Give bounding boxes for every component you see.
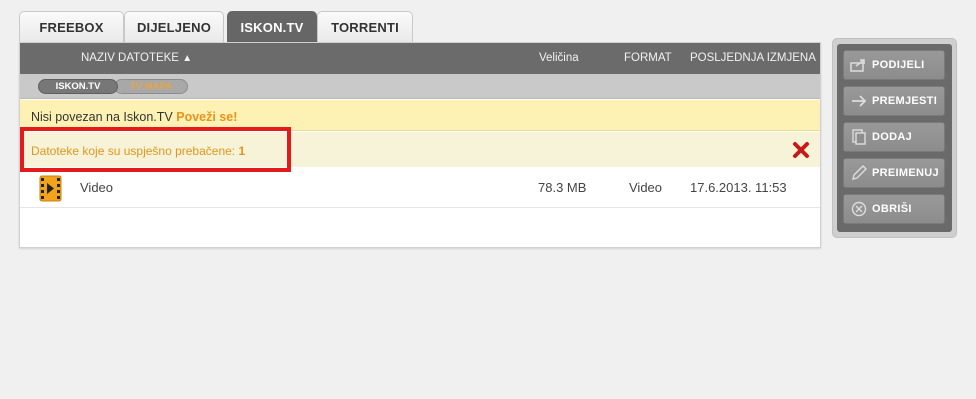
move-button[interactable]: PREMJESTI xyxy=(843,86,945,116)
delete-button-label: OBRIŠI xyxy=(872,203,912,215)
pencil-icon xyxy=(849,165,869,181)
add-document-icon xyxy=(849,129,869,145)
column-header-modified[interactable]: POSLJEDNJA IZMJENA xyxy=(690,52,816,64)
column-header-size[interactable]: Veličina xyxy=(539,52,579,64)
breadcrumb-item-tv-mapa[interactable]: TV MAPA xyxy=(114,79,188,94)
actions-panel: PODIJELI PREMJESTI DODAJ PREIMENUJ OBRIŠ… xyxy=(837,44,952,232)
delete-button[interactable]: OBRIŠI xyxy=(843,194,945,224)
add-button-label: DODAJ xyxy=(872,131,913,143)
highlight-annotation-box xyxy=(20,127,291,172)
rename-button-label: PREIMENUJ xyxy=(872,167,939,179)
file-format: Video xyxy=(629,180,663,195)
file-list-panel: NAZIV DATOTEKE ▲ Veličina FORMAT POSLJED… xyxy=(19,42,821,248)
close-icon[interactable] xyxy=(791,140,811,160)
tab-iskon-tv[interactable]: ISKON.TV xyxy=(227,11,317,43)
column-header-name[interactable]: NAZIV DATOTEKE ▲ xyxy=(81,52,192,64)
table-row[interactable]: Video 78.3 MB Video 17.6.2013. 11:53 xyxy=(20,167,820,208)
file-size: 78.3 MB xyxy=(538,180,587,195)
breadcrumb: TV MAPA ISKON.TV xyxy=(20,74,820,99)
column-header-format[interactable]: FORMAT xyxy=(624,52,672,64)
connection-notice-text: Nisi povezan na Iskon.TV xyxy=(31,110,173,124)
add-button[interactable]: DODAJ xyxy=(843,122,945,152)
share-button[interactable]: PODIJELI xyxy=(843,50,945,80)
arrow-right-icon xyxy=(849,93,869,109)
rename-button[interactable]: PREIMENUJ xyxy=(843,158,945,188)
file-modified: 17.6.2013. 11:53 xyxy=(690,180,787,195)
move-button-label: PREMJESTI xyxy=(872,95,938,107)
sort-ascending-icon: ▲ xyxy=(182,53,193,64)
actions-sidebar: PODIJELI PREMJESTI DODAJ PREIMENUJ OBRIŠ… xyxy=(832,38,957,238)
breadcrumb-item-iskon-tv[interactable]: ISKON.TV xyxy=(38,79,118,94)
table-header: NAZIV DATOTEKE ▲ Veličina FORMAT POSLJED… xyxy=(20,43,820,74)
column-header-name-label: NAZIV DATOTEKE xyxy=(81,52,179,64)
tab-dijeljeno[interactable]: DIJELJENO xyxy=(124,11,224,43)
video-file-icon xyxy=(39,175,62,202)
share-icon xyxy=(849,57,869,73)
share-button-label: PODIJELI xyxy=(872,59,925,71)
tab-freebox[interactable]: FREEBOX xyxy=(19,11,124,43)
connect-link[interactable]: Poveži se! xyxy=(176,110,237,124)
file-name: Video xyxy=(80,180,114,195)
delete-circle-icon xyxy=(849,201,869,217)
tab-torrenti[interactable]: TORRENTI xyxy=(317,11,413,43)
